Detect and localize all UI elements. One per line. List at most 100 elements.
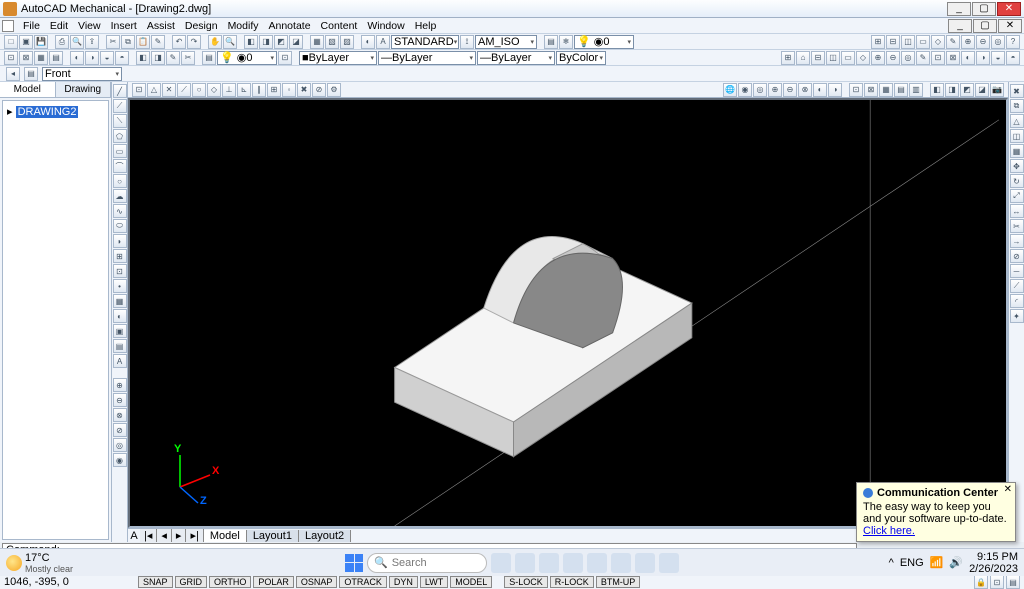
open-button[interactable]: ▣: [19, 35, 33, 49]
p4-button[interactable]: ▤: [49, 51, 63, 65]
rlock-toggle[interactable]: R-LOCK: [550, 576, 594, 588]
taskbar-app-3[interactable]: [539, 553, 559, 573]
tab-model[interactable]: Model: [204, 530, 247, 542]
save-button[interactable]: 💾: [34, 35, 48, 49]
dim-style-icon[interactable]: ⟟: [460, 35, 474, 49]
popup-close-button[interactable]: ✕: [1004, 484, 1012, 495]
v4-button[interactable]: ⊕: [768, 83, 782, 97]
pline-tool[interactable]: ⟍: [113, 114, 127, 128]
q9-button[interactable]: ◎: [901, 51, 915, 65]
taskbar-app-8[interactable]: [659, 553, 679, 573]
weather-widget[interactable]: 17°C Mostly clear: [6, 552, 73, 574]
v11-button[interactable]: ▦: [879, 83, 893, 97]
tab-nav-first[interactable]: |◂: [140, 529, 157, 542]
snap-set[interactable]: ⚙: [327, 83, 341, 97]
q6-button[interactable]: ◇: [856, 51, 870, 65]
v2-button[interactable]: ◉: [738, 83, 752, 97]
snap-par[interactable]: ∥: [252, 83, 266, 97]
q2-button[interactable]: ⌂: [796, 51, 810, 65]
taskbar-app-6[interactable]: [611, 553, 631, 573]
q7-button[interactable]: ⊕: [871, 51, 885, 65]
plotstyle-select[interactable]: ByColor▾: [556, 51, 606, 65]
extend-tool[interactable]: →: [1010, 234, 1024, 248]
point-tool[interactable]: •: [113, 279, 127, 293]
menu-help[interactable]: Help: [410, 19, 442, 33]
q4-button[interactable]: ◫: [826, 51, 840, 65]
spline-tool[interactable]: ∿: [113, 204, 127, 218]
p13-button[interactable]: ⊡: [278, 51, 292, 65]
close-button[interactable]: ✕: [997, 2, 1021, 16]
explode-tool[interactable]: ✦: [1010, 309, 1024, 323]
start-button[interactable]: [345, 554, 363, 572]
tool5-button[interactable]: ▦: [310, 35, 324, 49]
tree-item-drawing[interactable]: DRAWING2: [16, 106, 79, 118]
rtool9-button[interactable]: ◎: [991, 35, 1005, 49]
tree-tab-drawing[interactable]: Drawing: [56, 82, 112, 97]
m3-tool[interactable]: ⊗: [113, 408, 127, 422]
rectangle-tool[interactable]: ▭: [113, 144, 127, 158]
snap-ext[interactable]: ⟋: [177, 83, 191, 97]
rtool5-button[interactable]: ◇: [931, 35, 945, 49]
q14-button[interactable]: ◑: [976, 51, 990, 65]
menu-design[interactable]: Design: [180, 19, 223, 33]
fillet-tool[interactable]: ◜: [1010, 294, 1024, 308]
status-icon-3[interactable]: ▤: [1006, 575, 1020, 589]
polar-toggle[interactable]: POLAR: [253, 576, 294, 588]
taskbar-app-2[interactable]: [515, 553, 535, 573]
mirror-tool[interactable]: △: [1010, 114, 1024, 128]
line-tool[interactable]: ╱: [113, 84, 127, 98]
mtext-tool[interactable]: A: [113, 354, 127, 368]
tool4-button[interactable]: ◪: [289, 35, 303, 49]
menu-modify[interactable]: Modify: [223, 19, 264, 33]
p7-button[interactable]: ◒: [100, 51, 114, 65]
v17-button[interactable]: ◪: [975, 83, 989, 97]
gradient-tool[interactable]: ◐: [113, 309, 127, 323]
v1-button[interactable]: 🌐: [723, 83, 737, 97]
tool1-button[interactable]: ◧: [244, 35, 258, 49]
xline-tool[interactable]: ⟋: [113, 99, 127, 113]
copy-button[interactable]: ⧉: [121, 35, 135, 49]
preview-button[interactable]: 🔍: [70, 35, 84, 49]
linetype-select[interactable]: — ByLayer▾: [378, 51, 476, 65]
menu-assist[interactable]: Assist: [142, 19, 180, 33]
tree-tab-model[interactable]: Model: [0, 82, 56, 97]
snap-non[interactable]: ⊘: [312, 83, 326, 97]
p10-button[interactable]: ◨: [151, 51, 165, 65]
offset-tool[interactable]: ◫: [1010, 129, 1024, 143]
v9-button[interactable]: ⊡: [849, 83, 863, 97]
v10-button[interactable]: ⊠: [864, 83, 878, 97]
v3-button[interactable]: ◎: [753, 83, 767, 97]
p8-button[interactable]: ◓: [115, 51, 129, 65]
p6-button[interactable]: ◑: [85, 51, 99, 65]
table-tool[interactable]: ▤: [113, 339, 127, 353]
p9-button[interactable]: ◧: [136, 51, 150, 65]
array-tool[interactable]: ▦: [1010, 144, 1024, 158]
revcloud-tool[interactable]: ☁: [113, 189, 127, 203]
v12-button[interactable]: ▤: [894, 83, 908, 97]
tray-overflow[interactable]: ^: [889, 557, 894, 569]
v18-button[interactable]: 📷: [990, 83, 1004, 97]
tab-nav-last[interactable]: ▸|: [186, 529, 203, 542]
v16-button[interactable]: ◩: [960, 83, 974, 97]
snap-per[interactable]: ⊾: [237, 83, 251, 97]
q16-button[interactable]: ◓: [1006, 51, 1020, 65]
text-style-select[interactable]: STANDARD▾: [391, 35, 459, 49]
trim-tool[interactable]: ✂: [1010, 219, 1024, 233]
join-tool[interactable]: ─: [1010, 264, 1024, 278]
view-prev-button[interactable]: ◂: [6, 67, 20, 81]
v6-button[interactable]: ⊗: [798, 83, 812, 97]
move-tool[interactable]: ✥: [1010, 159, 1024, 173]
snap-toggle[interactable]: SNAP: [138, 576, 173, 588]
m6-tool[interactable]: ◉: [113, 453, 127, 467]
layer-select-2[interactable]: 💡 ◉ 0▾: [217, 51, 277, 65]
ellipsearc-tool[interactable]: ◗: [113, 234, 127, 248]
p12-button[interactable]: ✂: [181, 51, 195, 65]
rtool6-button[interactable]: ✎: [946, 35, 960, 49]
q5-button[interactable]: ▭: [841, 51, 855, 65]
menu-edit[interactable]: Edit: [45, 19, 73, 33]
v7-button[interactable]: ◐: [813, 83, 827, 97]
q13-button[interactable]: ◐: [961, 51, 975, 65]
layer-select[interactable]: 💡 ◉ 0▾: [574, 35, 634, 49]
text-style-icon[interactable]: A: [376, 35, 390, 49]
mdi-close-button[interactable]: ✕: [998, 19, 1022, 33]
